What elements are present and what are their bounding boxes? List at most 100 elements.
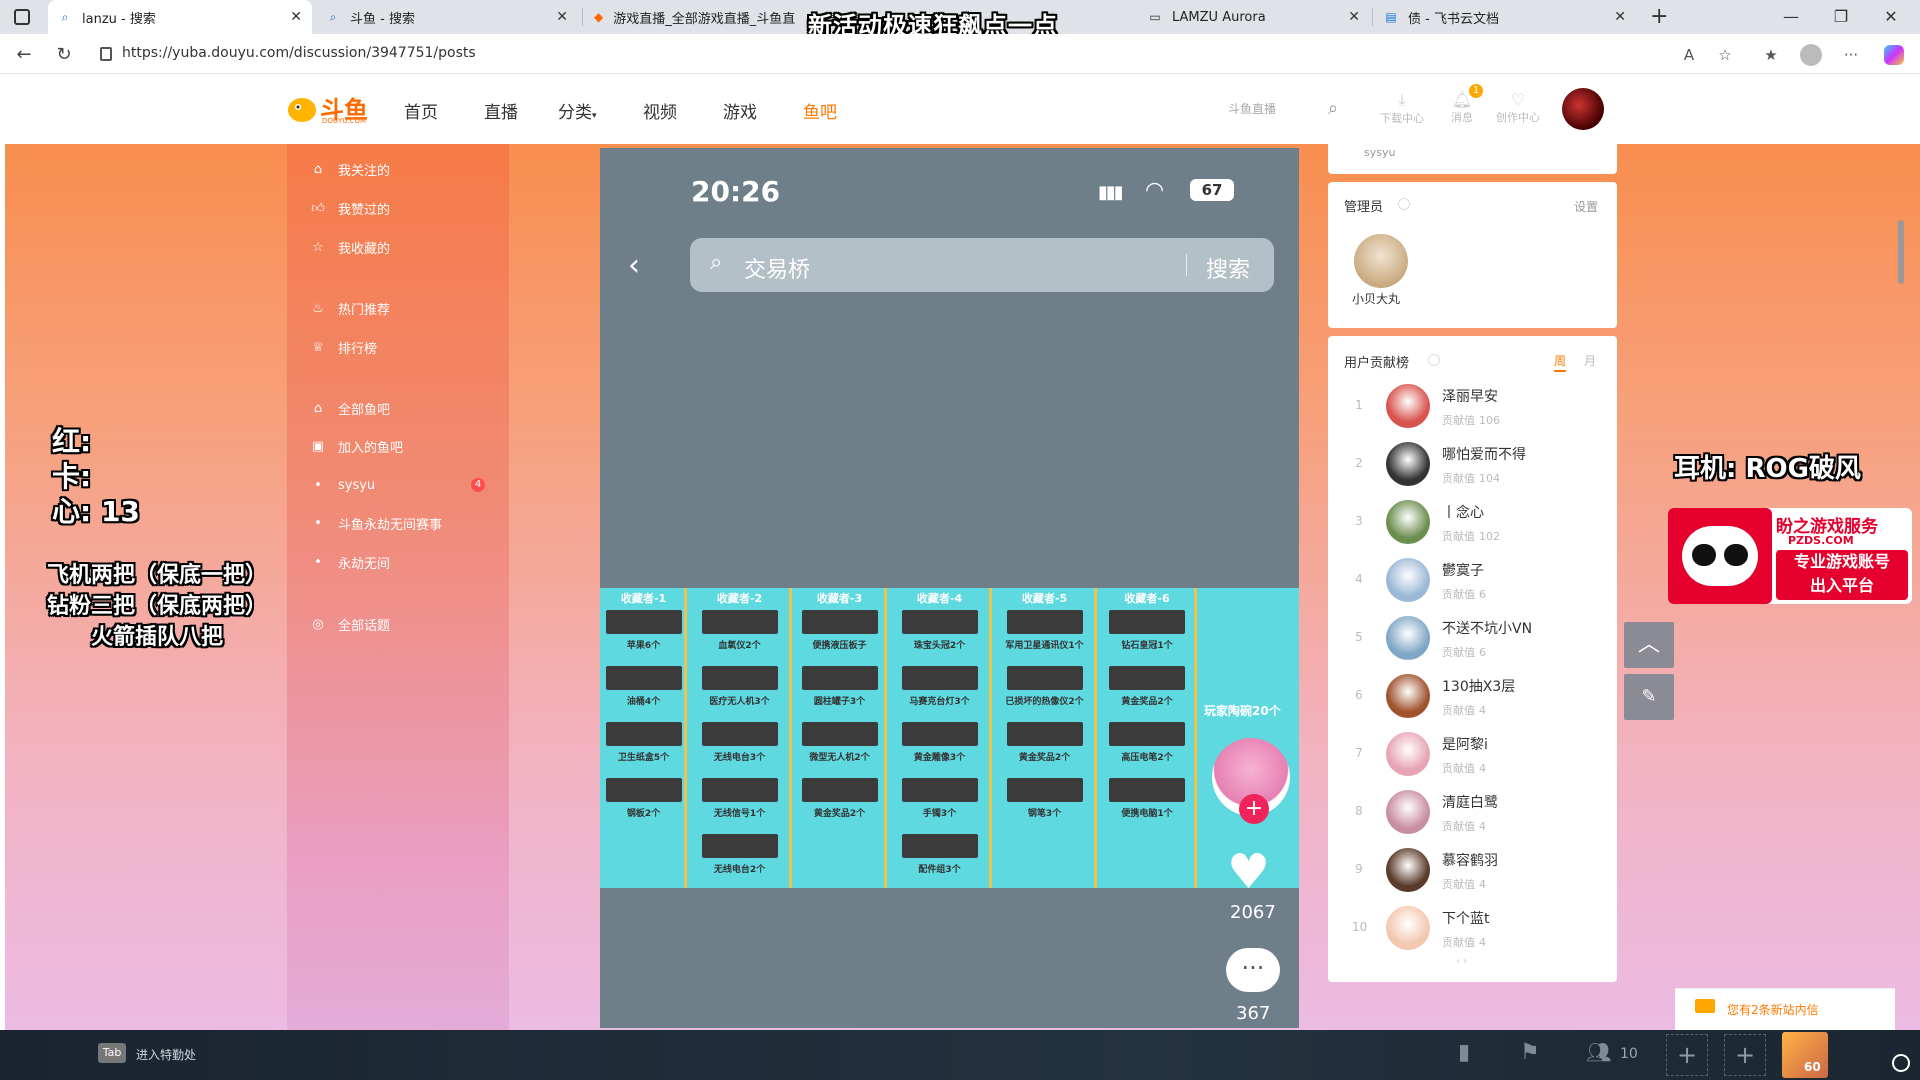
browser-tab-4[interactable]: ▭ LAMZU Aurora ✕	[1138, 0, 1370, 34]
add-slot-button[interactable]: +	[1724, 1034, 1766, 1076]
sidebar-item-ranking[interactable]: ♕ 排行榜	[310, 336, 490, 358]
rank-value: 贡献值 4	[1442, 934, 1486, 950]
close-icon[interactable]: ✕	[290, 9, 302, 25]
follow-plus-icon[interactable]: +	[1239, 794, 1269, 824]
collector-item-label: 钻石皇冠1个	[1121, 641, 1173, 651]
admin-settings[interactable]: 设置	[1574, 198, 1598, 215]
new-tab-button[interactable]: +	[1650, 4, 1668, 29]
sidebar-item-topics[interactable]: ◎ 全部话题	[310, 613, 490, 635]
sidebar-item-hot[interactable]: ♨ 热门推荐	[310, 297, 490, 319]
refresh-icon[interactable]: ↻	[52, 43, 76, 67]
browser-tab-3[interactable]: ◆ 游戏直播_全部游戏直播_斗鱼直	[584, 0, 804, 34]
admin-title: 管理员	[1344, 200, 1384, 215]
rank-avatar[interactable]	[1386, 790, 1430, 834]
flag-icon[interactable]: ⚑	[1520, 1040, 1540, 1065]
collector-item-label: 黄金奖品2个	[1121, 697, 1173, 707]
sidebar-item-joined[interactable]: ▣ 加入的鱼吧	[310, 435, 490, 457]
back-icon[interactable]: ←	[12, 43, 36, 67]
scrollbar-thumb[interactable]	[1898, 220, 1904, 284]
collector-item-label: 无线电台3个	[713, 753, 766, 763]
admin-name[interactable]: 小贝大丸	[1352, 290, 1400, 307]
sidebar-item-sysyu[interactable]: • sysyu	[310, 474, 490, 496]
comment-icon[interactable]: ···	[1226, 948, 1280, 992]
rank-tab-week[interactable]: 周	[1554, 352, 1566, 369]
rank-avatar[interactable]	[1386, 906, 1430, 950]
search-icon: ⌕	[329, 10, 337, 24]
browser-tab-5[interactable]: ▤ 债 - 飞书云文档 ✕	[1374, 0, 1636, 34]
copilot-icon[interactable]	[1884, 45, 1904, 65]
rank-name[interactable]: 清庭白鹭	[1442, 792, 1498, 812]
collector-item-label: 钢笔3个	[1027, 809, 1062, 819]
creator-center[interactable]: ♡ 创作中心	[1488, 90, 1548, 125]
rank-avatar[interactable]	[1386, 442, 1430, 486]
rank-avatar[interactable]	[1386, 500, 1430, 544]
live-link[interactable]: 斗鱼直播	[1228, 100, 1276, 117]
close-window-button[interactable]: ✕	[1868, 0, 1914, 34]
rank-avatar[interactable]	[1386, 732, 1430, 776]
close-icon[interactable]: ✕	[556, 9, 568, 25]
nav-video[interactable]: 视频	[643, 98, 677, 123]
rank-name[interactable]: 不送不坑小VN	[1442, 618, 1532, 638]
download-icon: ⤓	[1398, 90, 1406, 109]
more-icon[interactable]: ···	[1840, 44, 1862, 66]
admin-avatar[interactable]	[1354, 234, 1408, 288]
edit-post-button[interactable]: ✎	[1624, 674, 1674, 720]
rank-name[interactable]: 130抽X3层	[1442, 676, 1515, 696]
phone-search-button[interactable]: 搜索	[1206, 252, 1250, 284]
heart-icon[interactable]: ♥	[1227, 844, 1270, 900]
settings-icon[interactable]	[1892, 1054, 1910, 1072]
close-icon[interactable]: ✕	[1348, 9, 1360, 25]
signal-icon: ▮▮▮	[1098, 182, 1124, 203]
nav-yuba[interactable]: 鱼吧	[803, 98, 837, 123]
sidebar-item-all-yuba[interactable]: ⌂ 全部鱼吧	[310, 397, 490, 419]
profile-icon[interactable]	[1800, 44, 1822, 66]
rank-avatar[interactable]	[1386, 558, 1430, 602]
maximize-button[interactable]: ❐	[1818, 0, 1864, 34]
back-to-top-button[interactable]: ︿	[1624, 622, 1674, 668]
collector-item-label: 医疗无人机3个	[709, 697, 770, 707]
url-field[interactable]: https://yuba.douyu.com/discussion/394775…	[122, 45, 476, 61]
pager-arrows[interactable]: ‹ ›	[1456, 956, 1467, 967]
rank-avatar[interactable]	[1386, 616, 1430, 660]
rank-name[interactable]: 是阿黎i	[1442, 734, 1488, 754]
rank-name[interactable]: 鬱寞子	[1442, 560, 1484, 580]
download-center[interactable]: ⤓ 下载中心	[1373, 90, 1431, 126]
sidebar-item-liked[interactable]: 👍︎ 我赞过的	[310, 197, 490, 219]
rank-tab-month[interactable]: 月	[1584, 352, 1596, 369]
minimize-button[interactable]: —	[1768, 0, 1814, 34]
browser-tab-2[interactable]: ⌕ 斗鱼 - 搜索 ✕	[316, 0, 578, 34]
add-slot-button[interactable]: +	[1666, 1034, 1708, 1076]
close-icon[interactable]: ✕	[1614, 9, 1626, 25]
team-icon[interactable]: 👥︎	[1586, 1040, 1611, 1064]
favorites-icon[interactable]: ★	[1760, 44, 1782, 66]
browser-tab-1[interactable]: ⌕ lanzu - 搜索 ✕	[48, 0, 312, 34]
search-icon[interactable]: ⌕	[1328, 98, 1338, 119]
chart-icon[interactable]: ▮	[1458, 1040, 1470, 1065]
favorite-star-icon[interactable]: ☆	[1714, 44, 1736, 66]
nav-category[interactable]: 分类▾	[558, 98, 597, 123]
nav-home[interactable]: 首页	[404, 98, 438, 123]
sponsor-ad[interactable]: 盼之游戏服务 PZDS.COM 专业游戏账号 出入平台	[1668, 508, 1912, 604]
read-aloud-icon[interactable]: A	[1678, 44, 1700, 66]
user-avatar[interactable]	[1562, 88, 1604, 130]
rank-name[interactable]: 慕容鹤羽	[1442, 850, 1498, 870]
rank-name[interactable]: 丨念心	[1442, 502, 1484, 522]
rank-name[interactable]: 泽丽早安	[1442, 386, 1498, 406]
rank-name[interactable]: 哪怕爱而不得	[1442, 444, 1526, 464]
sidebar-item-naraka[interactable]: • 永劫无间	[310, 551, 490, 573]
nav-live[interactable]: 直播	[484, 98, 518, 123]
rank-avatar[interactable]	[1386, 848, 1430, 892]
nav-game[interactable]: 游戏	[723, 98, 757, 123]
rank-value: 贡献值 104	[1442, 470, 1500, 486]
chevron-left-icon[interactable]: ‹	[628, 248, 640, 283]
douyu-logo[interactable]: 斗鱼 DOUYU.COM	[286, 90, 372, 126]
rank-number: 9	[1355, 862, 1363, 876]
sidebar-item-favorites[interactable]: ☆ 我收藏的	[310, 236, 490, 258]
rank-avatar[interactable]	[1386, 674, 1430, 718]
rank-avatar[interactable]	[1386, 384, 1430, 428]
sidebar-item-following[interactable]: ⌂ 我关注的	[310, 158, 490, 180]
rank-name[interactable]: 下个蓝t	[1442, 908, 1490, 928]
notice-bar[interactable]: 您有2条新站内信	[1675, 988, 1895, 1030]
sidebar-toggle-icon[interactable]	[14, 9, 30, 25]
sidebar-item-esports[interactable]: • 斗鱼永劫无间赛事	[310, 512, 490, 534]
